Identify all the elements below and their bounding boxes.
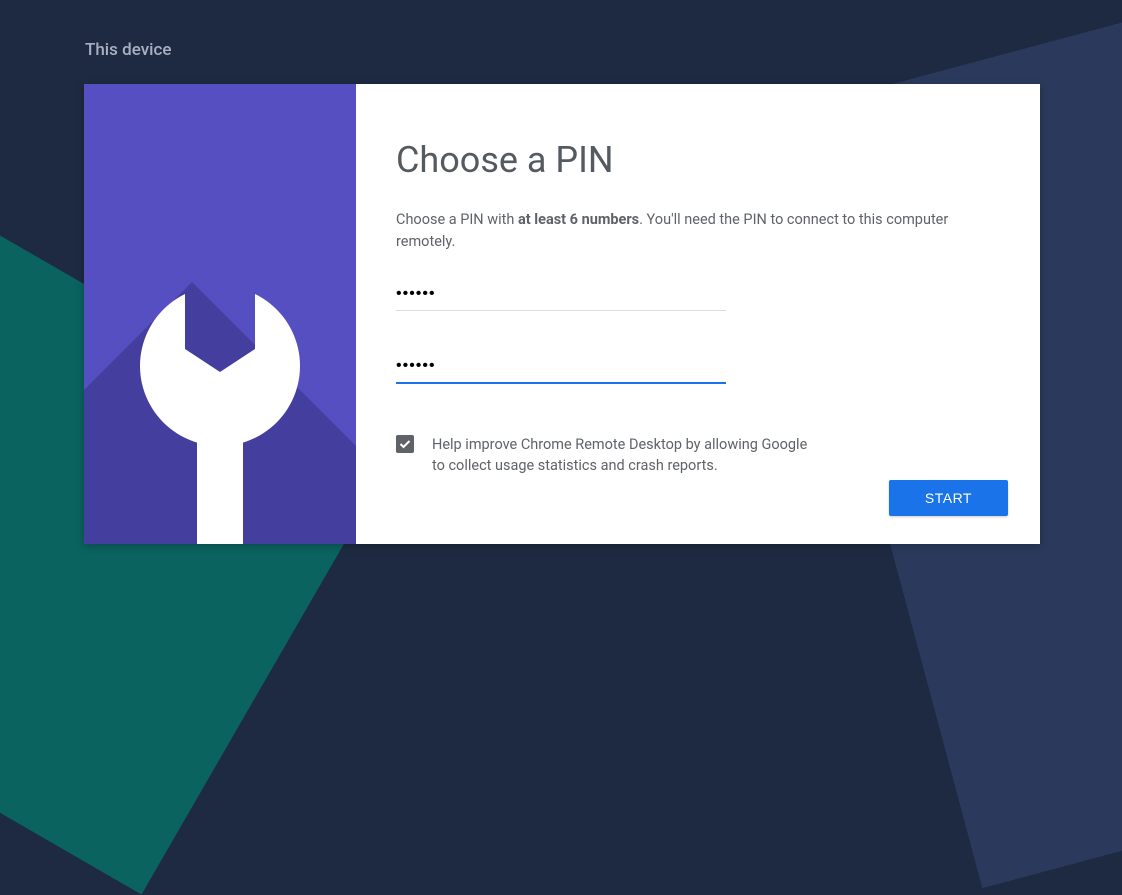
dialog-title: Choose a PIN	[396, 139, 1000, 181]
pin-setup-card: Choose a PIN Choose a PIN with at least …	[84, 84, 1040, 544]
desc-pre: Choose a PIN with	[396, 211, 518, 228]
usage-stats-checkbox[interactable]	[396, 435, 414, 453]
usage-stats-row: Help improve Chrome Remote Desktop by al…	[396, 434, 816, 476]
dialog-description: Choose a PIN with at least 6 numbers. Yo…	[396, 209, 1000, 253]
usage-stats-label: Help improve Chrome Remote Desktop by al…	[432, 434, 816, 476]
desc-bold: at least 6 numbers	[518, 211, 639, 228]
card-content: Choose a PIN Choose a PIN with at least …	[356, 84, 1040, 544]
pin-input-1[interactable]	[396, 279, 726, 311]
checkmark-icon	[398, 437, 412, 451]
pin-input-wrap-1	[396, 279, 726, 311]
wrench-icon	[140, 294, 300, 544]
card-illustration-panel	[84, 84, 356, 544]
start-button[interactable]: START	[889, 480, 1008, 516]
action-row: START	[889, 480, 1008, 516]
section-label: This device	[85, 40, 171, 60]
pin-input-wrap-2	[396, 351, 726, 384]
pin-input-2[interactable]	[396, 351, 726, 384]
